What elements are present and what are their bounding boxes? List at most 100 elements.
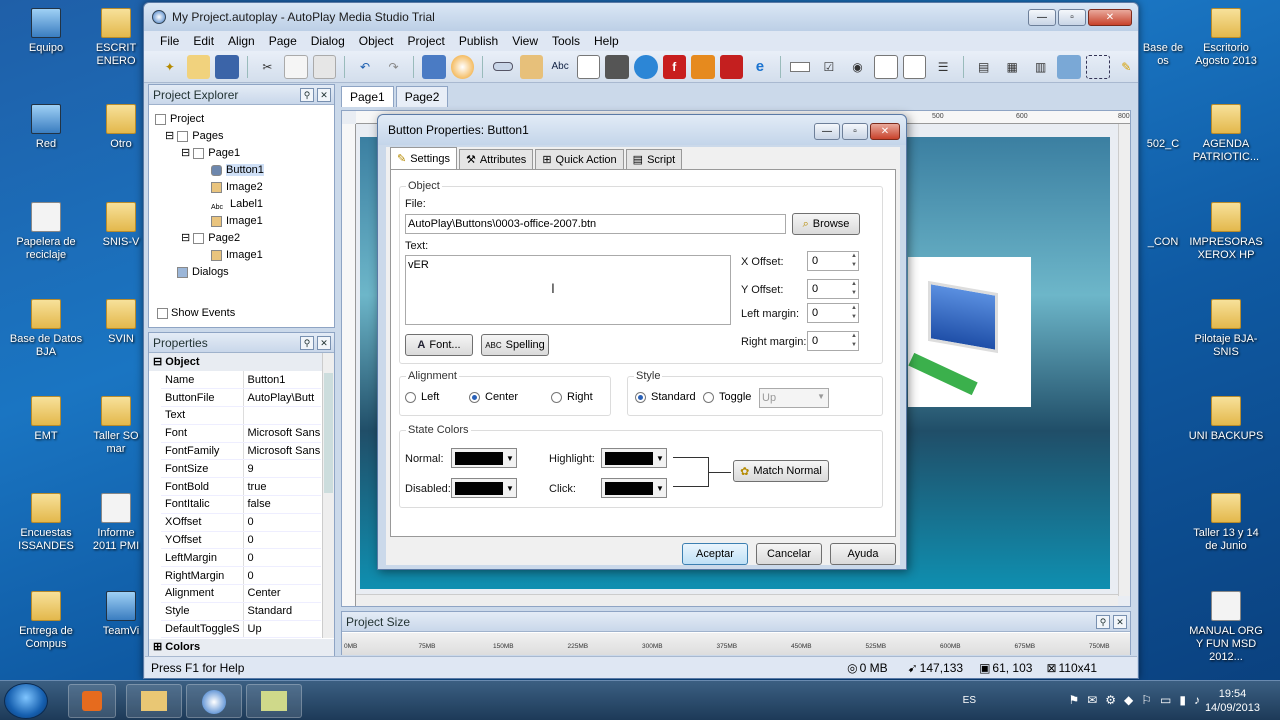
desktop-icon-red[interactable]: Red — [8, 104, 84, 151]
desktop-icon-con[interactable]: _CON — [1138, 202, 1188, 249]
left-margin-spinner[interactable]: 0 — [807, 303, 859, 323]
property-value[interactable]: Microsoft Sans — [243, 442, 321, 461]
desktop-icon-papelera[interactable]: Papelera de reciclaje — [8, 202, 84, 262]
input-object-icon[interactable] — [789, 55, 813, 79]
desktop-icon-502c[interactable]: 502_C — [1138, 104, 1188, 151]
help-button[interactable]: Ayuda — [830, 543, 896, 565]
clock[interactable]: 19:54 14/09/2013 — [1205, 687, 1260, 715]
taskbar-explorer[interactable] — [126, 684, 182, 718]
copy-icon[interactable] — [284, 54, 308, 79]
desktop-icon-manual[interactable]: MANUAL ORG Y FUN MSD 2012... — [1188, 591, 1264, 664]
paragraph-object-icon[interactable] — [576, 54, 601, 79]
pdf-object-icon[interactable] — [719, 54, 744, 79]
tray-volume-icon[interactable]: ♪ — [1194, 693, 1200, 707]
close-icon[interactable]: ✕ — [317, 87, 331, 102]
desktop-icon-taller-so[interactable]: Taller SO mar — [86, 396, 146, 456]
tree-item-image2[interactable]: Image2 — [155, 179, 334, 196]
taskbar-autoplay[interactable] — [186, 684, 242, 718]
property-row[interactable]: Font Microsoft Sans — [161, 424, 321, 443]
click-color-picker[interactable]: ▼ — [601, 478, 667, 498]
property-row[interactable]: XOffset 0 — [161, 513, 321, 532]
tray-monitor-icon[interactable]: ▭ — [1160, 693, 1171, 707]
desktop-icon-agenda[interactable]: AGENDA PATRIOTIC... — [1188, 104, 1264, 164]
menu-publish[interactable]: Publish — [459, 34, 498, 48]
property-value[interactable]: AutoPlay\Butt — [243, 388, 321, 408]
desktop-icon-snis[interactable]: SNIS-V — [96, 202, 146, 249]
image-object-icon[interactable] — [519, 54, 544, 79]
close-icon[interactable]: ✕ — [1113, 614, 1127, 629]
menu-project[interactable]: Project — [407, 34, 444, 48]
desktop-icon-impresoras[interactable]: IMPRESORAS XEROX HP — [1188, 202, 1264, 262]
property-row[interactable]: Alignment Center — [161, 584, 321, 603]
redo-icon[interactable]: ↷ — [382, 55, 406, 79]
property-row[interactable]: FontBold true — [161, 477, 321, 497]
desktop-icon-svin[interactable]: SVIN — [96, 299, 146, 346]
slideshow-object-icon[interactable] — [691, 54, 715, 79]
desktop-icon-taller-junio[interactable]: Taller 13 y 14 de Junio — [1188, 493, 1264, 553]
scrollbar-thumb[interactable] — [324, 373, 333, 493]
publish-icon[interactable] — [450, 54, 475, 79]
hotspot-object-icon[interactable] — [1086, 54, 1110, 79]
desktop-icon-escrit-enero[interactable]: ESCRIT ENERO — [86, 8, 146, 68]
start-button[interactable] — [4, 683, 48, 719]
maximize-button[interactable]: ▫ — [1058, 9, 1086, 26]
quicktime-object-icon[interactable] — [634, 54, 658, 79]
tab-page2[interactable]: Page2 — [395, 86, 449, 107]
tab-quick-action[interactable]: ⊞ Quick Action — [535, 149, 624, 169]
font-button[interactable]: A Font... — [405, 334, 473, 356]
property-value[interactable]: Center — [243, 584, 321, 603]
tray-dropbox-icon[interactable]: ◆ — [1124, 693, 1133, 707]
desktop-icon-otro[interactable]: Otro — [96, 104, 146, 151]
dialog-close-button[interactable]: ✕ — [870, 123, 900, 140]
property-value[interactable]: 0 — [243, 531, 321, 550]
tab-script[interactable]: ▤ Script — [625, 149, 683, 169]
toggle-state-select[interactable]: Up ▼ — [759, 388, 829, 408]
cancel-button[interactable]: Cancelar — [756, 543, 822, 565]
property-value[interactable]: Microsoft Sans — [243, 424, 321, 443]
property-row[interactable]: FontFamily Microsoft Sans — [161, 442, 321, 461]
show-events-checkbox[interactable]: Show Events — [157, 307, 235, 319]
tree-item-pages[interactable]: ⊟ Pages — [155, 128, 334, 145]
properties-scrollbar[interactable] — [322, 353, 334, 638]
dialog-minimize-button[interactable]: — — [814, 123, 840, 140]
property-row[interactable]: YOffset 0 — [161, 531, 321, 550]
minimize-button[interactable]: — — [1028, 9, 1056, 26]
highlight-color-picker[interactable]: ▼ — [601, 448, 667, 468]
pin-icon[interactable]: ⚲ — [1096, 614, 1110, 629]
menu-view[interactable]: View — [512, 34, 538, 48]
tree-item-image1[interactable]: Image1 — [155, 213, 334, 230]
normal-color-picker[interactable]: ▼ — [451, 448, 517, 468]
checkbox-object-icon[interactable]: ☑ — [817, 55, 841, 79]
cut-icon[interactable]: ✂ — [256, 55, 280, 79]
tree-item-page1[interactable]: ⊟ Page1 — [155, 145, 334, 162]
tab-settings[interactable]: ✎ Settings — [390, 147, 457, 169]
preview-icon[interactable] — [422, 54, 446, 79]
menu-edit[interactable]: Edit — [193, 34, 214, 48]
property-row[interactable]: Name Button1 — [161, 371, 321, 390]
canvas-vscrollbar[interactable] — [1118, 124, 1130, 596]
tree-item-project[interactable]: Project — [155, 111, 334, 128]
ok-button[interactable]: Aceptar — [682, 543, 748, 565]
tab-attributes[interactable]: ⚒ Attributes — [458, 149, 534, 169]
property-row[interactable]: Style Standard — [161, 602, 321, 621]
tray-usb-icon[interactable]: ⚙ — [1105, 693, 1116, 707]
button-object-icon[interactable] — [491, 55, 515, 79]
property-value[interactable]: 9 — [243, 459, 321, 479]
computer-graphic-image[interactable] — [908, 257, 1031, 407]
wizard-icon[interactable]: ✦ — [158, 55, 182, 79]
property-value[interactable]: Standard — [243, 602, 321, 621]
dialog-maximize-button[interactable]: ▫ — [842, 123, 868, 140]
align-center-radio[interactable]: Center — [469, 391, 518, 403]
desktop-icon-emt[interactable]: EMT — [8, 396, 84, 443]
canvas-hscrollbar[interactable] — [356, 594, 1118, 606]
property-row[interactable]: LeftMargin 0 — [161, 548, 321, 568]
disabled-color-picker[interactable]: ▼ — [451, 478, 517, 498]
xbutton-object-icon[interactable]: ▥ — [1029, 55, 1053, 79]
tree-item-page2[interactable]: ⊟ Page2 — [155, 230, 334, 247]
spelling-button[interactable]: ABC Spelling — [481, 334, 549, 356]
tray-flag-icon[interactable]: ⚐ — [1141, 693, 1152, 707]
browse-button[interactable]: ⌕ Browse — [792, 213, 860, 235]
match-normal-button[interactable]: ✿ Match Normal — [733, 460, 829, 482]
web-object-icon[interactable]: e — [748, 55, 772, 79]
menu-align[interactable]: Align — [228, 34, 255, 48]
